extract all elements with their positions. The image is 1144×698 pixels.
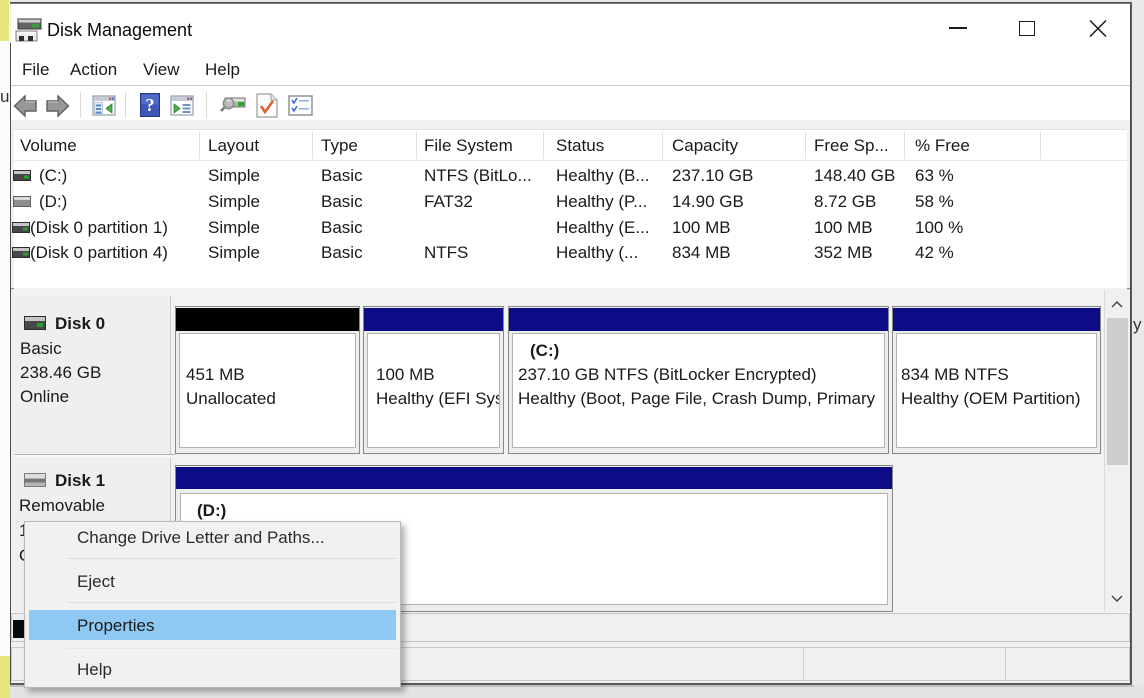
svg-text:?: ? <box>146 95 155 115</box>
